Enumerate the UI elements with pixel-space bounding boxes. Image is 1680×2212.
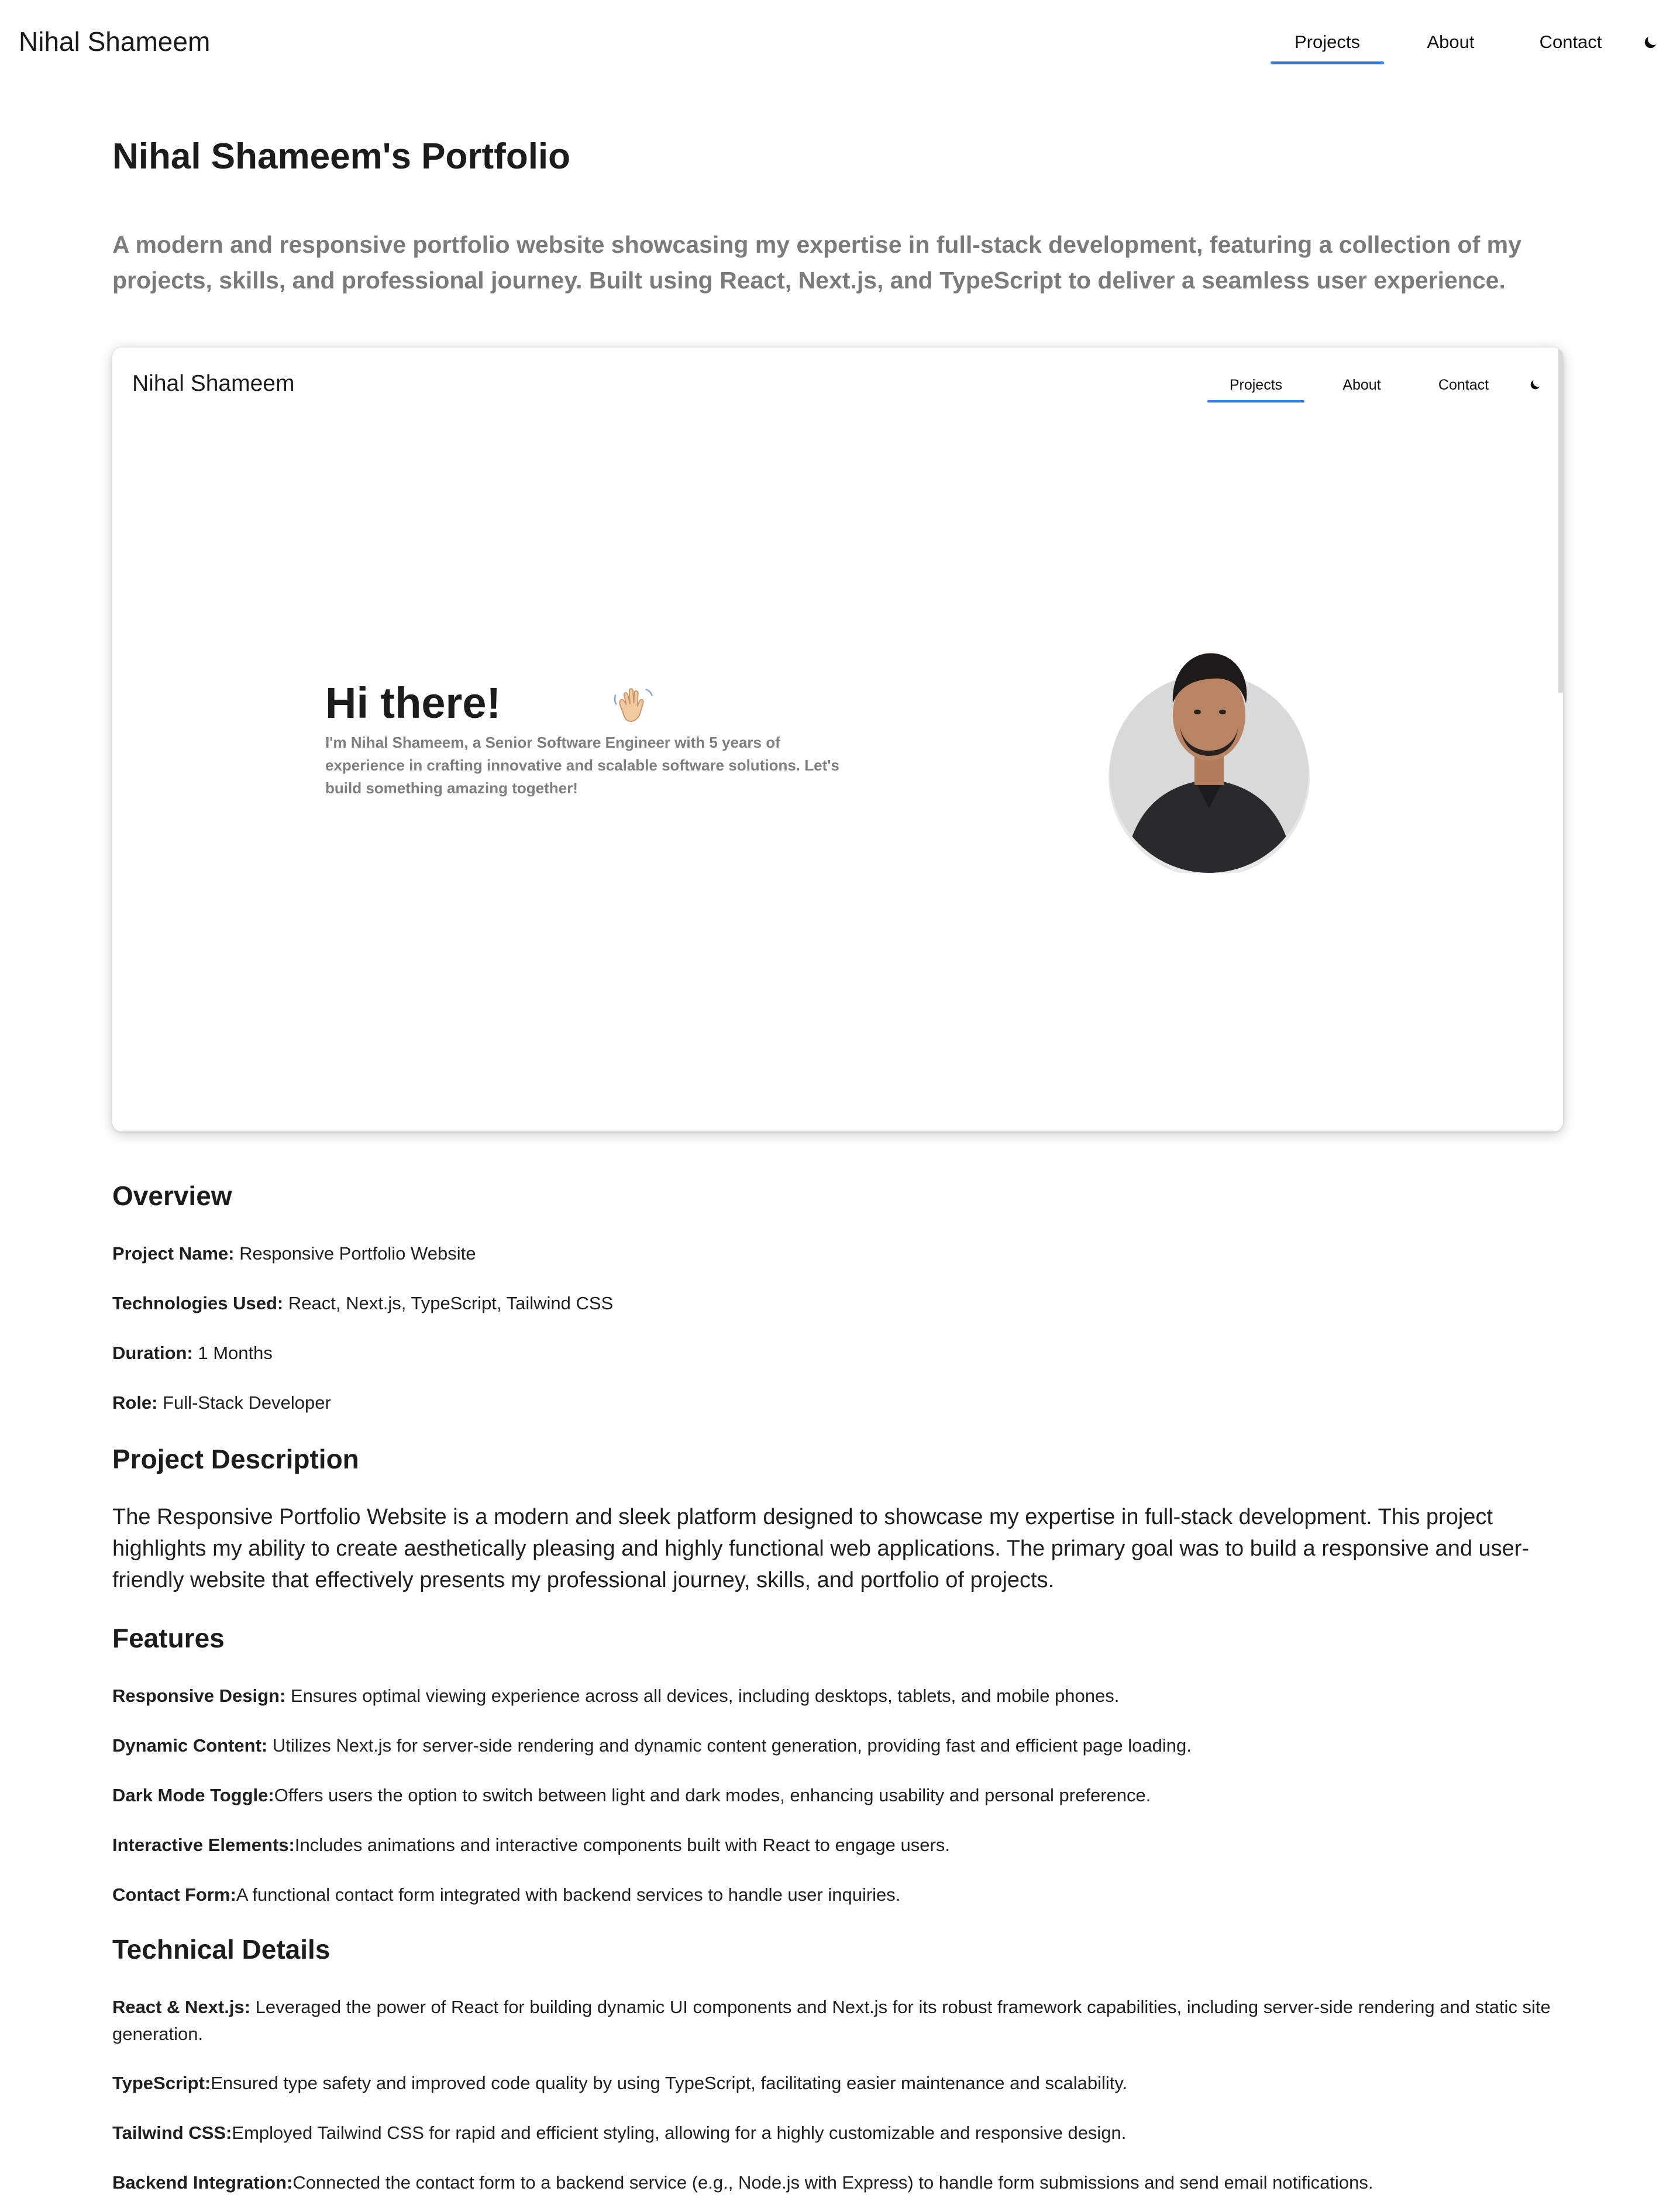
feature-label: Interactive Elements: xyxy=(112,1835,295,1855)
preview-hero-title: Hi there! xyxy=(325,679,501,727)
waving-hand-icon xyxy=(614,688,653,722)
profile-photo xyxy=(1108,653,1310,873)
overview-value: Full-Stack Developer xyxy=(157,1392,331,1413)
feature-value: Includes animations and interactive comp… xyxy=(294,1835,950,1855)
overview-row: Technologies Used: React, Next.js, TypeS… xyxy=(112,1290,1563,1317)
feature-label: Responsive Design: xyxy=(112,1685,286,1706)
preview-moon-icon xyxy=(1530,380,1540,390)
feature-label: Dark Mode Toggle: xyxy=(112,1785,274,1805)
feature-value: Offers users the option to switch betwee… xyxy=(274,1785,1151,1805)
moon-icon[interactable] xyxy=(1641,34,1659,51)
overview-row: Duration: 1 Months xyxy=(112,1340,1563,1367)
feature-row: Responsive Design: Ensures optimal viewi… xyxy=(112,1683,1563,1709)
feature-value: Ensures optimal viewing experience acros… xyxy=(285,1685,1120,1706)
preview-nav-projects-label: Projects xyxy=(1229,377,1283,393)
technical-label: Tailwind CSS: xyxy=(112,2122,232,2143)
feature-row: Contact Form:A functional contact form i… xyxy=(112,1881,1563,1908)
intro-text: A modern and responsive portfolio websit… xyxy=(112,231,1521,294)
site-header: Nihal Shameem Projects About Contact xyxy=(0,0,1680,85)
nav-contact[interactable]: Contact xyxy=(1527,26,1614,59)
feature-label: Dynamic Content: xyxy=(112,1735,268,1756)
preview-nav-contact-label: Contact xyxy=(1438,377,1489,393)
preview-active-nav-indicator xyxy=(1207,400,1304,403)
page-title: Nihal Shameem's Portfolio xyxy=(112,136,571,177)
nav-about-label: About xyxy=(1427,32,1475,52)
feature-label: Contact Form: xyxy=(112,1884,236,1905)
overview-value: Responsive Portfolio Website xyxy=(234,1243,476,1264)
preview-brand: Nihal Shameem xyxy=(132,371,295,396)
features-heading: Features xyxy=(112,1623,225,1653)
technical-value: Leveraged the power of React for buildin… xyxy=(112,1997,1551,2044)
overview-label: Role: xyxy=(112,1392,158,1413)
active-nav-indicator xyxy=(1271,61,1384,64)
preview-nav-about: About xyxy=(1334,372,1390,398)
nav-projects[interactable]: Projects xyxy=(1271,26,1384,64)
brand-logo-text[interactable]: Nihal Shameem xyxy=(19,23,210,60)
technical-label: TypeScript: xyxy=(112,2073,211,2093)
overview-heading: Overview xyxy=(112,1181,232,1211)
overview-value: React, Next.js, TypeScript, Tailwind CSS xyxy=(283,1293,614,1313)
technical-label: Backend Integration: xyxy=(112,2172,293,2193)
feature-value: A functional contact form integrated wit… xyxy=(236,1884,901,1905)
nav-projects-label: Projects xyxy=(1295,32,1360,52)
overview-row: Role: Full-Stack Developer xyxy=(112,1389,1563,1416)
preview-nav-contact: Contact xyxy=(1427,372,1500,398)
overview-label: Technologies Used: xyxy=(112,1293,284,1313)
technical-row: TypeScript:Ensured type safety and impro… xyxy=(112,2070,1563,2097)
feature-row: Interactive Elements:Includes animations… xyxy=(112,1832,1563,1859)
description-text: The Responsive Portfolio Website is a mo… xyxy=(112,1505,1530,1592)
technical-value: Employed Tailwind CSS for rapid and effi… xyxy=(232,2122,1127,2143)
technical-value: Connected the contact form to a backend … xyxy=(292,2172,1373,2193)
nav-about[interactable]: About xyxy=(1414,26,1487,59)
technical-heading: Technical Details xyxy=(112,1934,331,1965)
technical-row: Backend Integration:Connected the contac… xyxy=(112,2169,1563,2196)
description-heading: Project Description xyxy=(112,1444,359,1474)
overview-label: Duration: xyxy=(112,1343,193,1363)
feature-row: Dark Mode Toggle:Offers users the option… xyxy=(112,1782,1563,1809)
nav-contact-label: Contact xyxy=(1539,32,1602,52)
technical-value: Ensured type safety and improved code qu… xyxy=(211,2073,1128,2093)
preview-nav-projects: Projects xyxy=(1207,372,1304,403)
technical-label: React & Next.js: xyxy=(112,1997,251,2017)
preview-nav-about-label: About xyxy=(1342,377,1381,393)
overview-value: 1 Months xyxy=(192,1343,273,1363)
technical-row: Tailwind CSS:Employed Tailwind CSS for r… xyxy=(112,2120,1563,2146)
overview-label: Project Name: xyxy=(112,1243,235,1264)
feature-row: Dynamic Content: Utilizes Next.js for se… xyxy=(112,1732,1563,1759)
technical-row: React & Next.js: Leveraged the power of … xyxy=(112,1994,1563,2048)
website-preview[interactable]: Nihal Shameem Projects About Contact Hi … xyxy=(112,348,1563,1131)
feature-value: Utilizes Next.js for server-side renderi… xyxy=(267,1735,1192,1756)
preview-scrollbar[interactable] xyxy=(1558,348,1563,693)
overview-row: Project Name: Responsive Portfolio Websi… xyxy=(112,1240,1563,1267)
preview-hero-text: I'm Nihal Shameem, a Senior Software Eng… xyxy=(325,734,839,797)
